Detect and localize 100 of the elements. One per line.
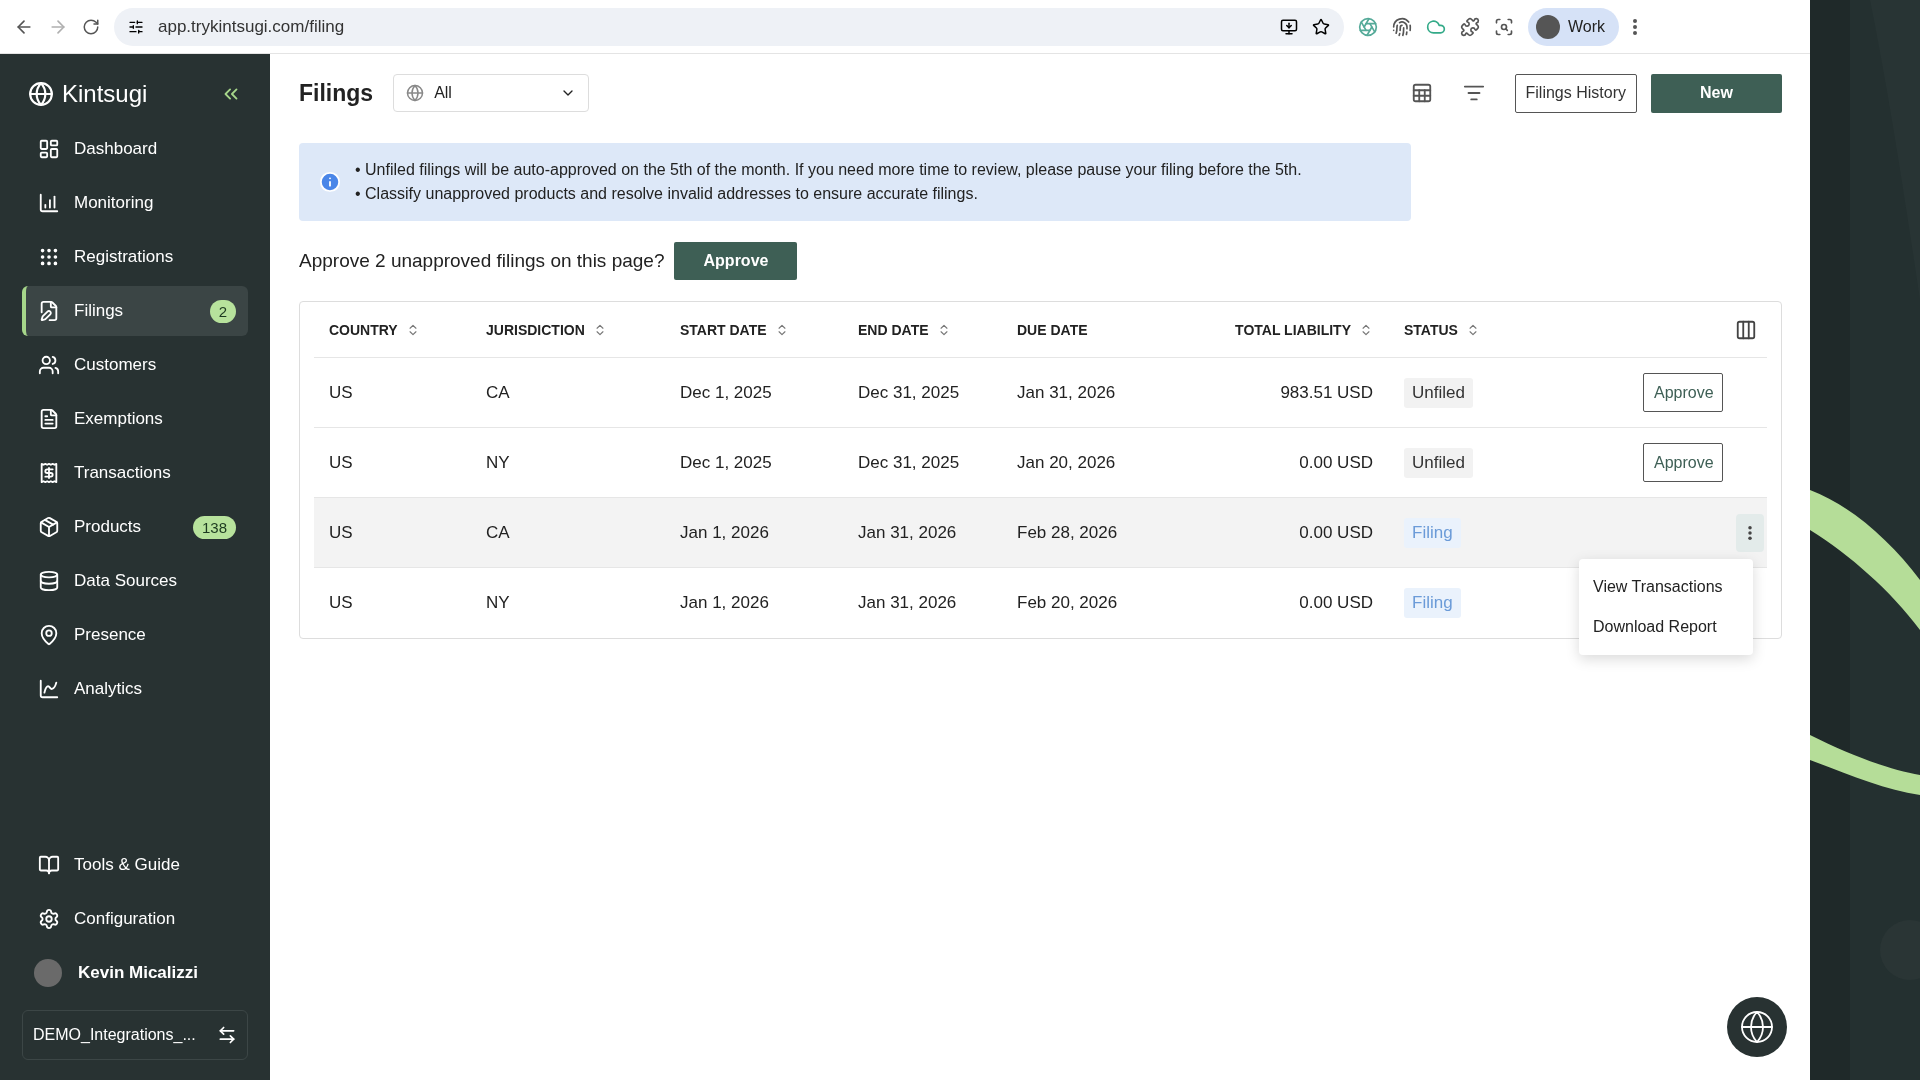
region-select[interactable]: All <box>393 74 590 112</box>
nav-label: Tools & Guide <box>74 855 181 875</box>
table-cell-text: CA <box>486 382 511 403</box>
nav-item[interactable]: Filings 2 <box>22 286 248 336</box>
count-badge: 138 <box>192 515 236 539</box>
profile-button[interactable]: Work <box>1528 7 1620 46</box>
nav-label: Registrations <box>74 247 175 267</box>
workspace-switcher[interactable]: DEMO_Integrations_... <box>22 1010 248 1060</box>
nav-item[interactable]: Analytics <box>22 664 248 714</box>
filings-history-button[interactable]: Filings History <box>1514 73 1637 113</box>
table-cell-text: Dec 1, 2025 <box>680 382 773 403</box>
nav-item[interactable]: Configuration <box>22 894 248 944</box>
address-bar[interactable]: app.trykintsugi.com/filing <box>114 7 1344 46</box>
star-icon <box>1312 17 1330 36</box>
nav-item[interactable]: Customers <box>22 340 248 390</box>
database-icon <box>38 570 60 592</box>
nav-item[interactable]: Transactions <box>22 448 248 498</box>
table-cell-text: CA <box>486 522 511 543</box>
nav-item[interactable]: Tools & Guide <box>22 840 248 890</box>
table-cell-text: 0.00 USD <box>1298 452 1373 473</box>
chat-button[interactable] <box>1727 997 1787 1057</box>
nav-label: Configuration <box>74 909 177 929</box>
table-cell-text: US <box>329 452 354 473</box>
tab-search-icon <box>1494 16 1514 37</box>
grid-icon <box>38 246 60 268</box>
table-cell-text: Jan 31, 2026 <box>858 522 958 543</box>
spreadsheet-icon[interactable] <box>1410 82 1433 104</box>
users-icon <box>38 354 60 376</box>
nav-label: Customers <box>74 355 158 375</box>
status-badge: Unfiled <box>1404 447 1473 478</box>
nav-item[interactable]: Registrations <box>22 232 248 282</box>
info-icon <box>319 171 341 193</box>
nav-item[interactable]: Exemptions <box>22 394 248 444</box>
count-badge: 2 <box>209 299 236 323</box>
brand-name: Kintsugi <box>62 80 149 108</box>
column-header[interactable]: JURISDICTION <box>486 321 680 338</box>
map-pin-icon <box>38 624 60 646</box>
table-cell-text: Feb 20, 2026 <box>1017 593 1119 613</box>
avatar-icon <box>34 959 62 987</box>
line-chart-icon <box>38 678 60 700</box>
reload-icon <box>82 17 100 36</box>
column-header[interactable]: STATUS <box>1404 321 1523 338</box>
user-name: Kevin Micalizzi <box>78 963 198 983</box>
book-icon <box>38 854 60 876</box>
table-cell-text: Dec 31, 2025 <box>858 452 961 473</box>
settings-icon <box>38 908 60 930</box>
receipt-icon <box>38 462 60 484</box>
status-badge: Filing <box>1404 588 1461 618</box>
dashboard-icon <box>38 138 60 160</box>
extension-icon <box>1358 16 1378 37</box>
column-header[interactable]: END DATE <box>858 321 1017 338</box>
nav-item[interactable]: Products 138 <box>22 502 248 552</box>
nav-item[interactable]: Monitoring <box>22 178 248 228</box>
column-header: DUE DATE <box>1017 321 1089 338</box>
column-header[interactable]: TOTAL LIABILITY <box>1197 321 1373 338</box>
table-cell-text: NY <box>486 452 511 473</box>
extensions-icon <box>1460 16 1480 37</box>
table-cell-text: Jan 1, 2026 <box>680 522 770 543</box>
nav-item[interactable]: Presence <box>22 610 248 660</box>
more-icon <box>1748 525 1752 540</box>
approve-button[interactable]: Approve <box>1643 443 1723 482</box>
approve-all-button[interactable]: Approve <box>674 242 798 280</box>
table-cell-text: Dec 31, 2025 <box>858 382 961 403</box>
table-cell-text: NY <box>486 593 511 613</box>
notice-text: • Classify unapproved products and resolve invalid addresses to ensure accurate filings. <box>355 185 979 203</box>
menu-item[interactable]: Download Report <box>1579 607 1753 647</box>
install-icon <box>1280 17 1298 36</box>
avatar-icon <box>1536 14 1560 39</box>
more-options-button[interactable] <box>1736 513 1764 552</box>
document-icon <box>38 408 60 430</box>
fingerprint-icon <box>1392 16 1412 37</box>
table-cell-text: Jan 31, 2026 <box>858 593 958 613</box>
table-cell-text: US <box>329 593 354 613</box>
new-button[interactable]: New <box>1651 73 1782 113</box>
nav-item[interactable]: Dashboard <box>22 124 248 174</box>
approve-button[interactable]: Approve <box>1643 373 1723 412</box>
table-cell-text: 0.00 USD <box>1298 522 1373 543</box>
menu-item[interactable]: View Transactions <box>1579 567 1753 607</box>
table-cell-text: US <box>329 522 354 543</box>
nav-item[interactable]: Data Sources <box>22 556 248 606</box>
nav-label: Products <box>74 517 143 537</box>
nav-label: Analytics <box>74 679 144 699</box>
nav-label: Monitoring <box>74 193 155 213</box>
nav-label: Filings <box>74 301 125 321</box>
table-cell-text: 0.00 USD <box>1298 593 1373 613</box>
page-title: Filings <box>299 79 374 107</box>
nav-label: Presence <box>74 625 147 645</box>
file-pen-icon <box>38 300 60 322</box>
bar-chart-icon <box>38 192 60 214</box>
table-cell-text: Jan 20, 2026 <box>1017 452 1117 473</box>
box-icon <box>38 516 60 538</box>
switch-icon <box>217 1025 237 1045</box>
columns-icon[interactable] <box>1735 318 1757 341</box>
table-cell-text: Dec 1, 2025 <box>680 452 773 473</box>
status-badge: Filing <box>1404 517 1461 548</box>
column-header[interactable]: COUNTRY <box>329 321 486 338</box>
column-header[interactable]: START DATE <box>680 321 858 338</box>
notice-text: • Unfiled filings will be auto-approved on the 5th of the month. If you need more time to review, please pause your filing before the 5th. <box>355 161 1302 179</box>
globe-icon <box>406 84 425 102</box>
menu-icon <box>1633 18 1638 35</box>
